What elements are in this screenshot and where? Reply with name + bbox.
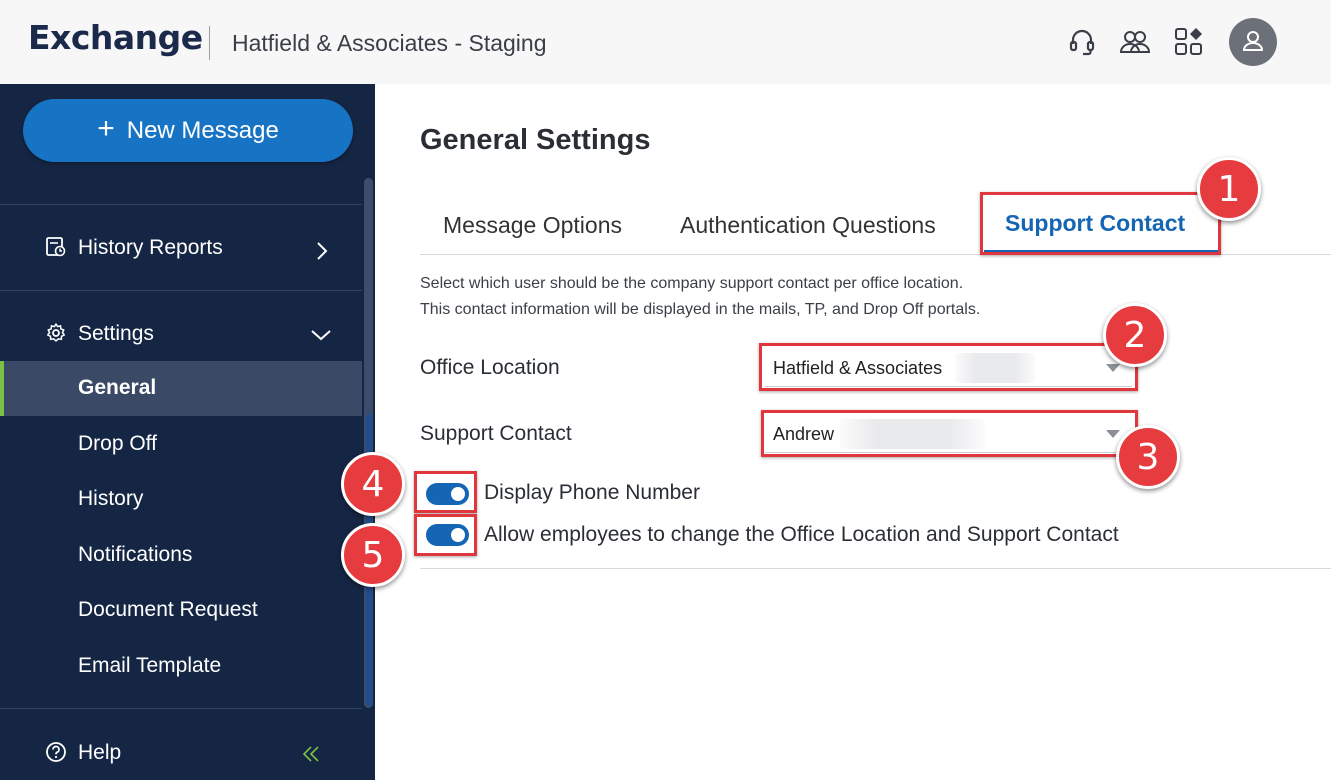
sidebar-item-notifications[interactable]: Notifications xyxy=(0,528,362,583)
annotation-badge-5: 5 xyxy=(341,523,405,587)
annotation-badge-2: 2 xyxy=(1103,303,1167,367)
office-location-label: Office Location xyxy=(420,356,560,379)
annotation-badge-3: 3 xyxy=(1116,425,1180,489)
sidebar-item-general[interactable]: General xyxy=(0,361,362,416)
sidebar-item-label: Settings xyxy=(78,322,154,345)
plus-icon: + xyxy=(97,112,115,145)
annotation-badge-1: 1 xyxy=(1197,157,1261,221)
tab-authentication-questions[interactable]: Authentication Questions xyxy=(680,212,936,239)
new-message-label: New Message xyxy=(126,116,279,144)
callout-box-display-phone-toggle xyxy=(414,471,477,513)
app-logo[interactable]: Exchange xyxy=(28,18,203,57)
sidebar-item-email-template[interactable]: Email Template xyxy=(0,639,362,694)
apps-icon[interactable] xyxy=(1173,26,1205,58)
section-divider xyxy=(420,568,1331,569)
callout-box-support-contact-tab xyxy=(980,192,1221,255)
allow-employees-change-label: Allow employees to change the Office Loc… xyxy=(484,523,1119,546)
chevron-right-icon xyxy=(317,242,328,260)
callout-box-office-location xyxy=(759,343,1138,391)
sidebar-item-settings[interactable]: Settings xyxy=(0,290,362,360)
users-icon[interactable] xyxy=(1119,26,1151,58)
sidebar-item-help[interactable]: Help xyxy=(0,708,362,780)
sidebar-item-label: General xyxy=(78,376,157,399)
new-message-button[interactable]: + New Message xyxy=(23,99,353,162)
sidebar: + New Message History Reports Settings G… xyxy=(0,84,375,780)
organization-name: Hatfield & Associates - Staging xyxy=(232,30,547,56)
sidebar-item-document-request[interactable]: Document Request xyxy=(0,583,362,638)
sidebar-item-history[interactable]: History xyxy=(0,472,362,527)
sidebar-item-label: Notifications xyxy=(78,543,193,566)
help-icon xyxy=(46,742,66,762)
user-avatar[interactable] xyxy=(1229,18,1277,66)
page-title: General Settings xyxy=(420,124,651,156)
description-line-1: Select which user should be the company … xyxy=(420,275,964,292)
user-avatar-icon xyxy=(1242,31,1264,51)
sidebar-item-drop-off[interactable]: Drop Off xyxy=(0,417,362,472)
header-divider xyxy=(209,26,210,60)
sidebar-item-label: History xyxy=(78,487,144,510)
callout-box-allow-change-toggle xyxy=(414,514,477,556)
report-icon xyxy=(46,237,66,257)
sidebar-item-label: Email Template xyxy=(78,654,222,677)
collapse-sidebar-icon[interactable] xyxy=(300,743,322,765)
chevron-down-icon xyxy=(311,330,331,341)
gear-icon xyxy=(46,323,66,342)
sidebar-item-label: Help xyxy=(78,741,122,764)
description-line-2: This contact information will be display… xyxy=(420,301,981,318)
support-contact-label: Support Contact xyxy=(420,422,572,445)
annotation-badge-4: 4 xyxy=(341,452,405,516)
tab-message-options[interactable]: Message Options xyxy=(443,212,622,239)
display-phone-number-label: Display Phone Number xyxy=(484,481,700,504)
headset-icon[interactable] xyxy=(1066,26,1098,58)
sidebar-item-label: Drop Off xyxy=(78,432,157,455)
sidebar-item-label: History Reports xyxy=(78,236,223,259)
app-header: Exchange Hatfield & Associates - Staging xyxy=(0,0,1331,84)
sidebar-item-history-reports[interactable]: History Reports xyxy=(0,204,362,290)
sidebar-item-label: Document Request xyxy=(78,598,258,621)
callout-box-support-contact xyxy=(761,410,1138,457)
